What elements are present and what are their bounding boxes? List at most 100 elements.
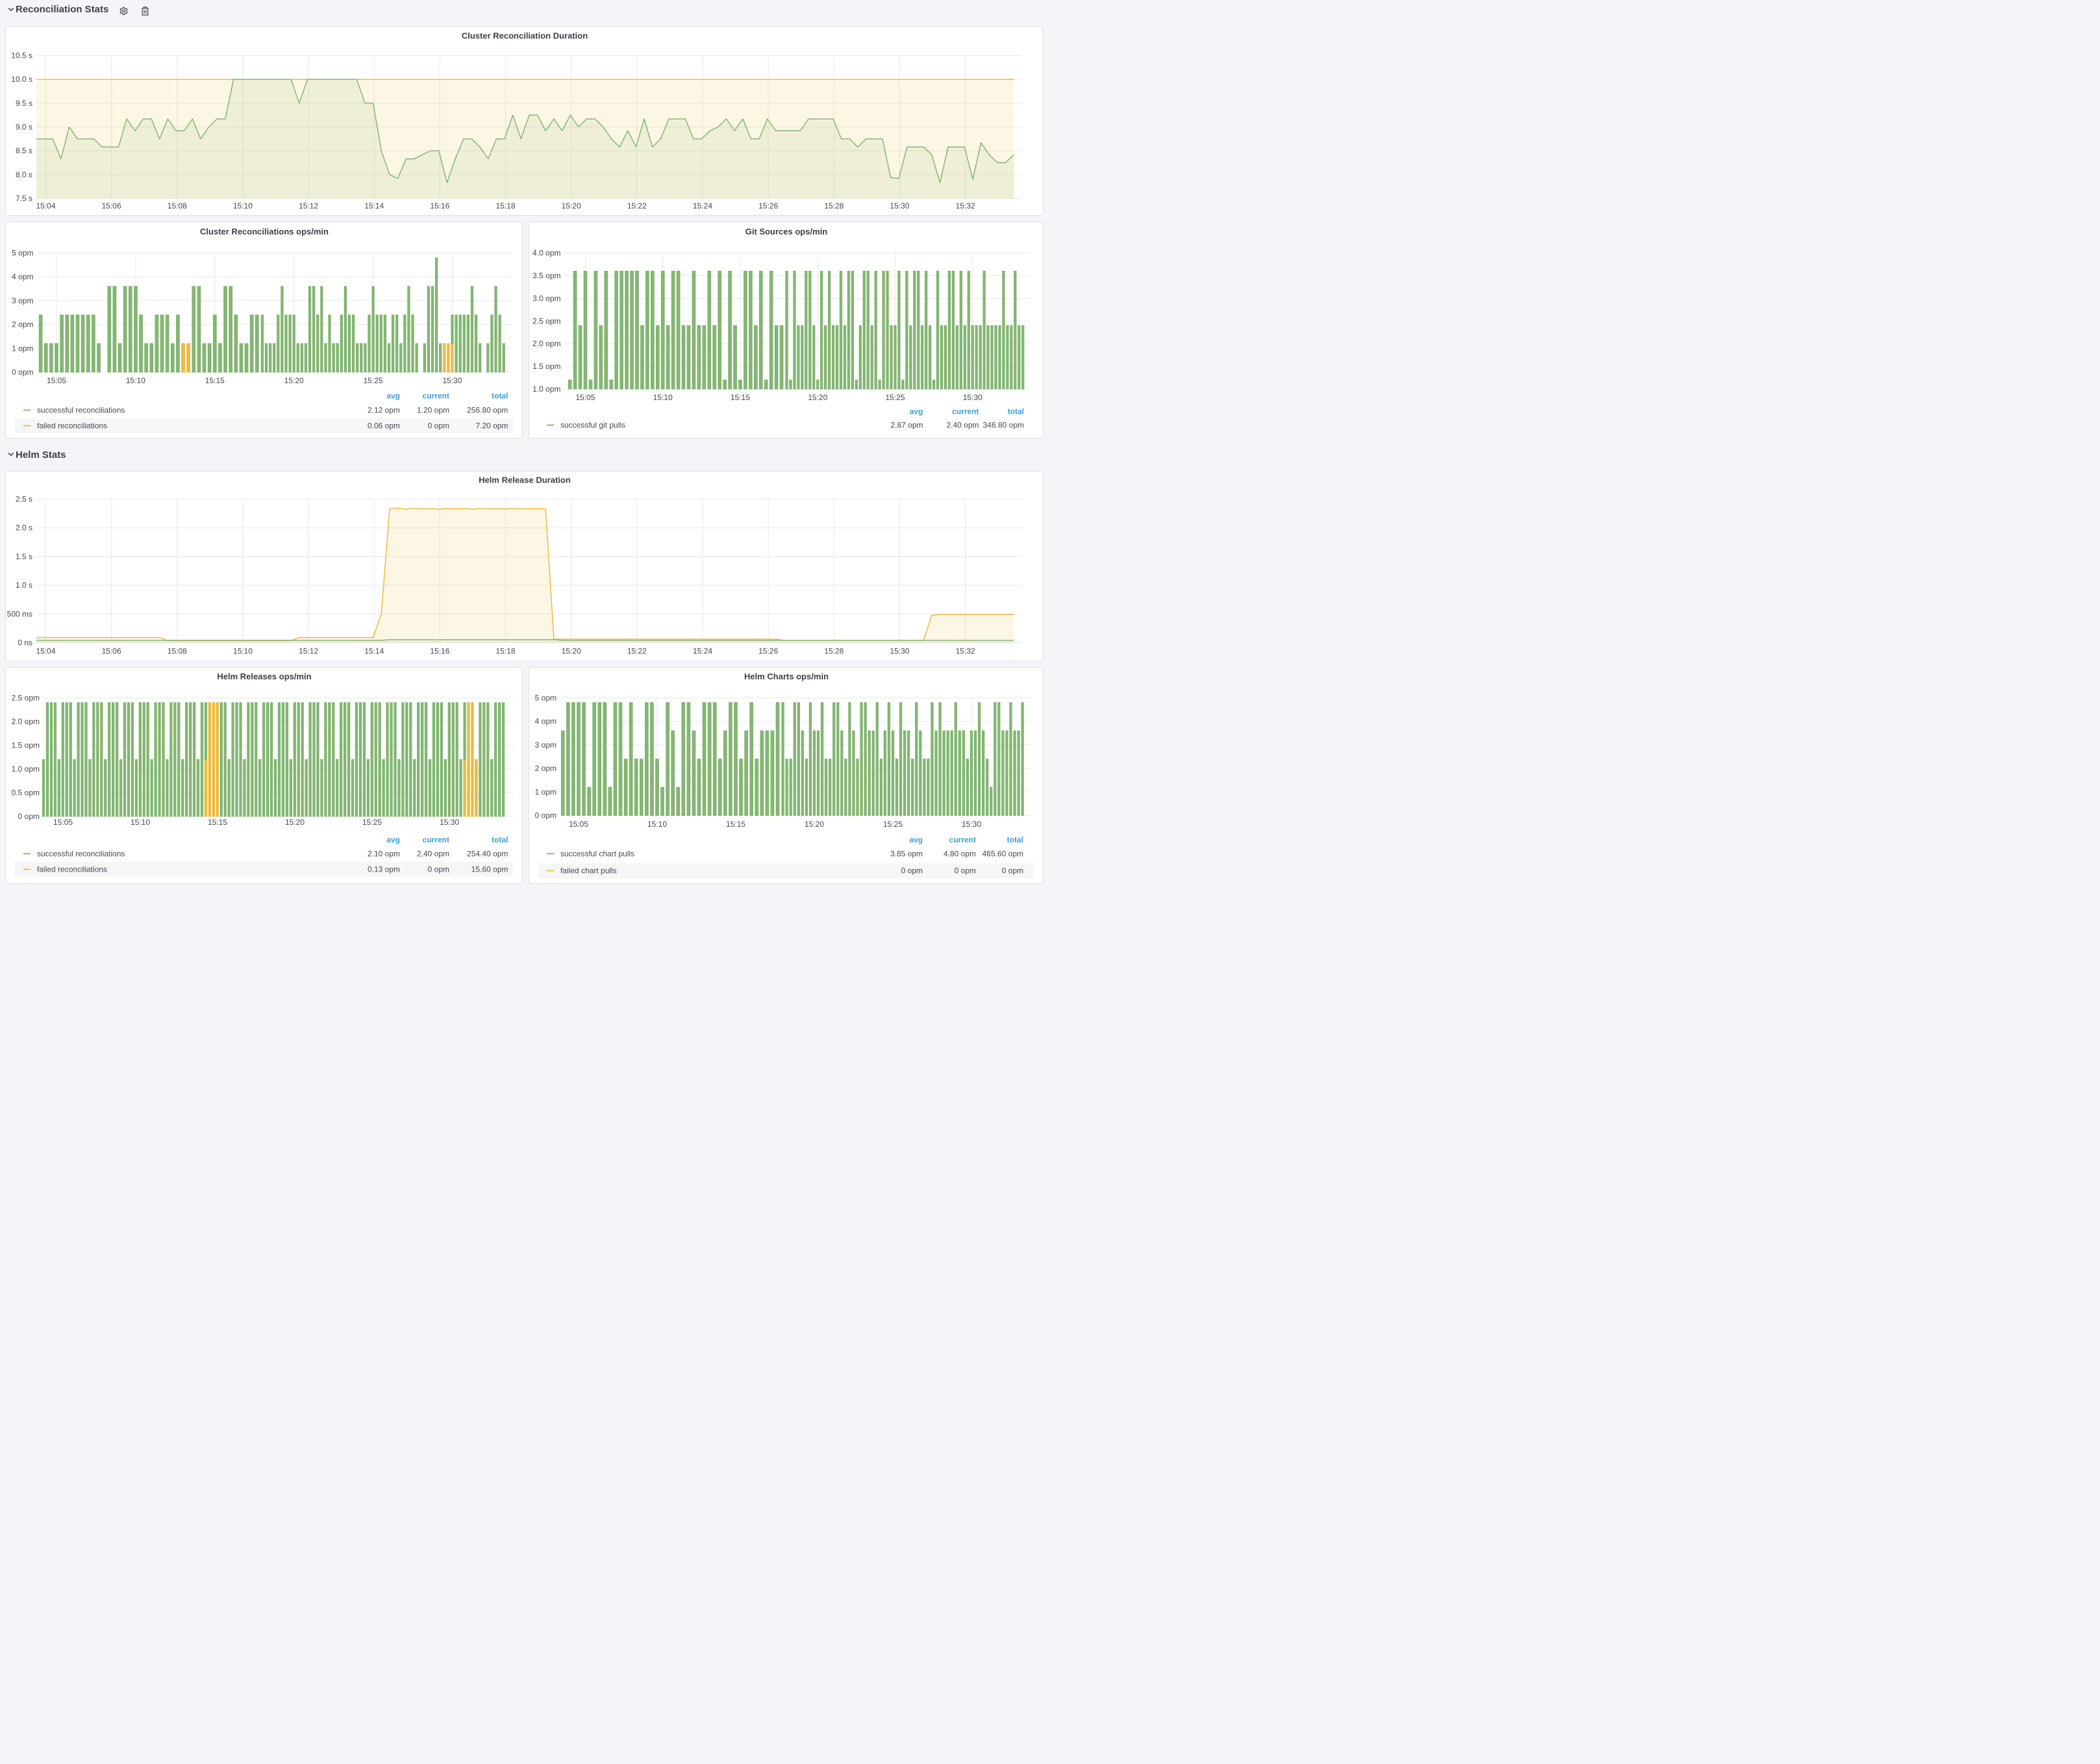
svg-text:successful git pulls: successful git pulls [560, 421, 625, 430]
svg-text:15:04: 15:04 [36, 201, 55, 210]
svg-text:total: total [492, 835, 508, 844]
svg-text:4.80 opm: 4.80 opm [943, 850, 975, 859]
svg-text:Cluster Reconciliation Duratio: Cluster Reconciliation Duration [462, 31, 588, 41]
svg-text:2.5 opm: 2.5 opm [532, 316, 560, 325]
svg-text:0 opm: 0 opm [954, 866, 975, 876]
svg-text:1.5 opm: 1.5 opm [12, 741, 40, 750]
svg-text:8.0 s: 8.0 s [16, 170, 32, 179]
svg-text:15:10: 15:10 [233, 201, 253, 210]
svg-text:1.0 opm: 1.0 opm [12, 764, 40, 774]
svg-text:4.0 opm: 4.0 opm [532, 249, 560, 258]
svg-text:2.5 s: 2.5 s [16, 495, 32, 504]
svg-text:3 opm: 3 opm [534, 740, 556, 750]
svg-text:Cluster Reconciliations ops/mi: Cluster Reconciliations ops/min [200, 227, 329, 236]
svg-text:15:16: 15:16 [430, 647, 449, 656]
svg-text:0 opm: 0 opm [534, 811, 556, 820]
svg-text:15:32: 15:32 [956, 201, 975, 210]
svg-text:1.0 s: 1.0 s [16, 581, 32, 590]
svg-text:15:10: 15:10 [233, 647, 253, 656]
svg-text:current: current [952, 407, 979, 416]
svg-text:15:16: 15:16 [430, 201, 449, 210]
svg-text:15:24: 15:24 [693, 201, 712, 210]
svg-text:15:06: 15:06 [102, 647, 121, 656]
svg-text:2.0 opm: 2.0 opm [12, 717, 40, 726]
svg-text:15:08: 15:08 [168, 647, 187, 656]
svg-text:15:28: 15:28 [824, 647, 844, 656]
svg-text:15:14: 15:14 [364, 647, 384, 656]
svg-text:0.5 opm: 0.5 opm [12, 788, 40, 798]
svg-text:current: current [423, 392, 449, 401]
svg-text:15:18: 15:18 [496, 201, 516, 210]
svg-text:3 opm: 3 opm [12, 296, 33, 305]
svg-text:0 opm: 0 opm [12, 368, 33, 377]
svg-text:current: current [949, 835, 975, 844]
svg-text:2.0 opm: 2.0 opm [532, 339, 560, 348]
svg-text:2.40 opm: 2.40 opm [417, 850, 449, 859]
svg-text:total: total [1006, 835, 1023, 844]
svg-text:avg: avg [909, 407, 923, 416]
svg-text:2 opm: 2 opm [534, 764, 556, 773]
svg-text:15:15: 15:15 [730, 393, 749, 402]
svg-text:0.06 opm: 0.06 opm [368, 422, 400, 431]
svg-text:avg: avg [386, 392, 400, 401]
svg-text:5 opm: 5 opm [534, 694, 556, 703]
svg-text:failed reconciliations: failed reconciliations [37, 865, 107, 874]
svg-text:15:12: 15:12 [299, 201, 318, 210]
svg-text:4 opm: 4 opm [534, 717, 556, 726]
svg-text:5 opm: 5 opm [12, 249, 33, 258]
svg-text:15:22: 15:22 [627, 201, 647, 210]
svg-text:current: current [423, 835, 449, 844]
svg-text:15:30: 15:30 [961, 820, 981, 829]
svg-text:2.40 opm: 2.40 opm [946, 421, 979, 430]
svg-text:500 ms: 500 ms [7, 609, 32, 618]
svg-text:15:25: 15:25 [885, 393, 905, 402]
svg-text:Helm Release Duration: Helm Release Duration [479, 475, 571, 485]
svg-text:8.5 s: 8.5 s [16, 146, 32, 155]
svg-text:15:10: 15:10 [647, 820, 666, 829]
svg-text:15:05: 15:05 [47, 376, 66, 385]
svg-text:15:28: 15:28 [824, 201, 844, 210]
svg-text:15:20: 15:20 [808, 393, 827, 402]
svg-text:15:14: 15:14 [364, 201, 384, 210]
svg-text:Helm Releases ops/min: Helm Releases ops/min [217, 672, 311, 681]
svg-text:total: total [1007, 407, 1023, 416]
svg-text:4 opm: 4 opm [12, 272, 33, 281]
svg-text:15:05: 15:05 [575, 393, 595, 402]
svg-text:0 ns: 0 ns [18, 638, 32, 648]
svg-text:15:30: 15:30 [962, 393, 982, 402]
svg-text:2 opm: 2 opm [12, 320, 33, 329]
svg-text:15:25: 15:25 [362, 818, 382, 827]
svg-text:15:05: 15:05 [568, 820, 588, 829]
svg-text:successful reconciliations: successful reconciliations [37, 406, 125, 415]
svg-text:15:20: 15:20 [562, 647, 581, 656]
svg-text:256.80 opm: 256.80 opm [467, 406, 508, 415]
svg-text:15:20: 15:20 [804, 820, 823, 829]
svg-text:failed chart pulls: failed chart pulls [560, 866, 617, 876]
svg-text:15:06: 15:06 [102, 201, 121, 210]
svg-text:15:05: 15:05 [53, 818, 73, 827]
svg-text:15:20: 15:20 [285, 818, 305, 827]
svg-text:2.5 opm: 2.5 opm [12, 694, 40, 703]
svg-text:15:32: 15:32 [956, 647, 975, 656]
svg-text:7.20 opm: 7.20 opm [475, 422, 508, 431]
svg-text:15:20: 15:20 [562, 201, 581, 210]
svg-text:1 opm: 1 opm [534, 787, 556, 796]
svg-text:0.13 opm: 0.13 opm [368, 865, 400, 874]
svg-text:15:10: 15:10 [131, 818, 150, 827]
svg-text:avg: avg [909, 835, 923, 844]
svg-text:3.0 opm: 3.0 opm [532, 294, 560, 303]
svg-text:successful chart pulls: successful chart pulls [560, 850, 634, 859]
svg-text:9.0 s: 9.0 s [16, 123, 32, 132]
svg-text:15:10: 15:10 [126, 376, 145, 385]
svg-text:total: total [492, 392, 508, 401]
svg-text:10.5 s: 10.5 s [11, 51, 32, 60]
svg-text:failed reconciliations: failed reconciliations [37, 422, 107, 431]
svg-text:Git Sources ops/min: Git Sources ops/min [745, 227, 827, 236]
svg-text:15:20: 15:20 [284, 376, 304, 385]
svg-text:0 opm: 0 opm [18, 812, 40, 821]
svg-text:0 opm: 0 opm [428, 422, 449, 431]
svg-text:15:18: 15:18 [496, 647, 516, 656]
svg-text:2.87 opm: 2.87 opm [890, 421, 923, 430]
svg-text:1.20 opm: 1.20 opm [417, 406, 449, 415]
svg-text:15:30: 15:30 [440, 818, 459, 827]
